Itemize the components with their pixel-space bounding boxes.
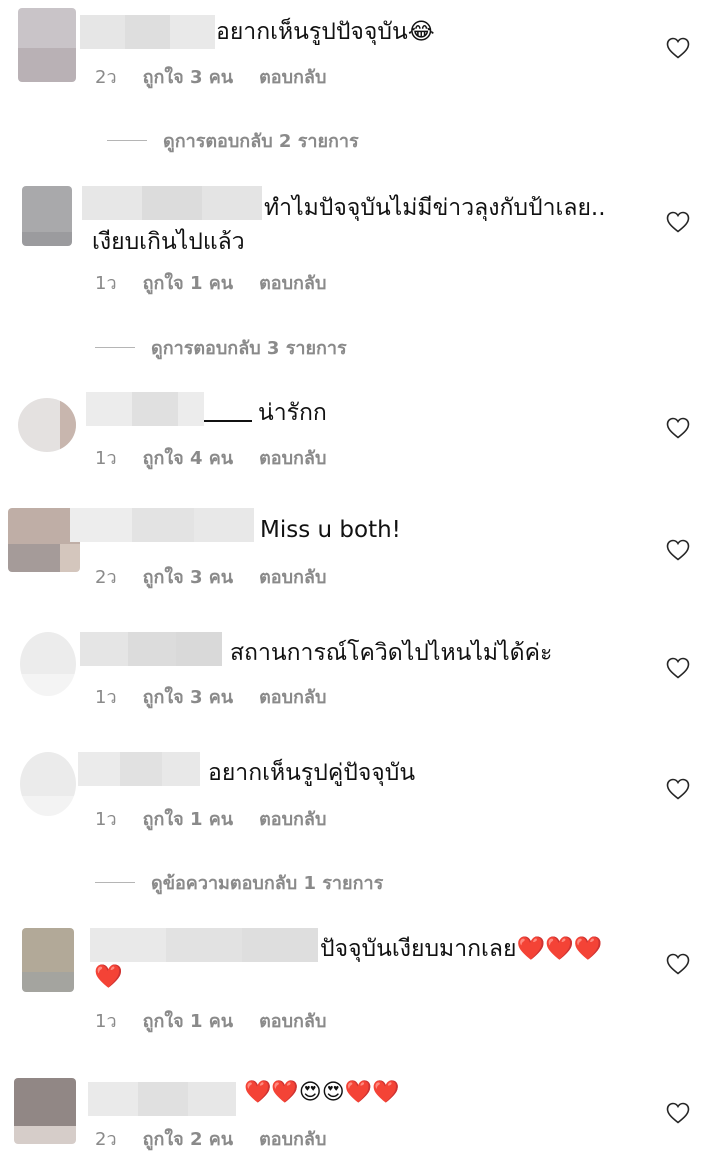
- username-blurred[interactable]: [70, 508, 254, 542]
- comment-text: อยากเห็นรูปคู่ปัจจุบัน: [208, 760, 416, 786]
- avatar[interactable]: [22, 186, 72, 246]
- heart-outline-icon[interactable]: [666, 778, 690, 800]
- comment-time: 2ว: [95, 67, 117, 88]
- heart-outline-icon[interactable]: [666, 953, 690, 975]
- likes-count[interactable]: ถูกใจ 2 คน: [143, 1124, 234, 1153]
- comment-time: 1ว: [95, 273, 117, 294]
- username-blurred[interactable]: [86, 392, 204, 426]
- username-blurred[interactable]: [82, 186, 262, 220]
- likes-count[interactable]: ถูกใจ 3 คน: [143, 682, 234, 711]
- comment-time: 1ว: [95, 687, 117, 708]
- view-replies-label: ดูการตอบกลับ 3 รายการ: [151, 338, 347, 359]
- reply-button[interactable]: ตอบกลับ: [259, 62, 326, 91]
- comment-text-label: น่ารักก: [258, 400, 327, 426]
- comment-text-line2: ❤️: [94, 964, 123, 990]
- likes-count[interactable]: ถูกใจ 3 คน: [143, 562, 234, 591]
- comment-meta: 2ว ถูกใจ 3 คน ตอบกลับ: [95, 562, 326, 591]
- comment-time: 2ว: [95, 1129, 117, 1150]
- comment-text: อยากเห็นรูปปัจจุบัน😂: [216, 19, 435, 45]
- username-blurred[interactable]: [78, 752, 200, 786]
- heart-outline-icon[interactable]: [666, 539, 690, 561]
- heart-outline-icon[interactable]: [666, 417, 690, 439]
- comment-meta: 2ว ถูกใจ 3 คน ตอบกลับ: [95, 62, 326, 91]
- avatar[interactable]: [20, 752, 76, 816]
- view-replies-button[interactable]: ดูข้อความตอบกลับ 1 รายการ: [95, 868, 383, 897]
- comment-text: ❤️❤️😍😍❤️❤️: [244, 1080, 400, 1105]
- comment-text-line2: เงียบเกินไปแล้ว: [92, 229, 245, 255]
- comment-text: ปัจจุบันเงียบมากเลย❤️❤️❤️: [320, 936, 603, 962]
- heart-outline-icon[interactable]: [666, 1102, 690, 1124]
- reply-button[interactable]: ตอบกลับ: [259, 562, 326, 591]
- view-replies-label: ดูการตอบกลับ 2 รายการ: [163, 131, 359, 152]
- avatar[interactable]: [18, 398, 76, 452]
- text-underline: [204, 396, 252, 422]
- divider-line: [95, 882, 135, 883]
- comment-meta: 2ว ถูกใจ 2 คน ตอบกลับ: [95, 1124, 326, 1153]
- view-replies-button[interactable]: ดูการตอบกลับ 3 รายการ: [95, 333, 347, 362]
- comment-meta: 1ว ถูกใจ 4 คน ตอบกลับ: [95, 443, 326, 472]
- heart-outline-icon[interactable]: [666, 211, 690, 233]
- reply-button[interactable]: ตอบกลับ: [259, 268, 326, 297]
- username-blurred[interactable]: [80, 15, 215, 49]
- reply-button[interactable]: ตอบกลับ: [259, 804, 326, 833]
- comment-time: 2ว: [95, 567, 117, 588]
- reply-button[interactable]: ตอบกลับ: [259, 1006, 326, 1035]
- comment-text: ทำไมปัจจุบันไม่มีข่าวลุงกับป้าเลย..: [264, 195, 606, 221]
- comment-meta: 1ว ถูกใจ 3 คน ตอบกลับ: [95, 682, 326, 711]
- likes-count[interactable]: ถูกใจ 3 คน: [143, 62, 234, 91]
- likes-count[interactable]: ถูกใจ 1 คน: [143, 268, 234, 297]
- comment-meta: 1ว ถูกใจ 1 คน ตอบกลับ: [95, 268, 326, 297]
- avatar[interactable]: [20, 632, 76, 696]
- likes-count[interactable]: ถูกใจ 4 คน: [143, 443, 234, 472]
- heart-outline-icon[interactable]: [666, 37, 690, 59]
- view-replies-label: ดูข้อความตอบกลับ 1 รายการ: [151, 873, 384, 894]
- comment-time: 1ว: [95, 448, 117, 469]
- comment-meta: 1ว ถูกใจ 1 คน ตอบกลับ: [95, 804, 326, 833]
- reply-button[interactable]: ตอบกลับ: [259, 443, 326, 472]
- heart-outline-icon[interactable]: [666, 657, 690, 679]
- avatar[interactable]: [22, 928, 74, 992]
- avatar[interactable]: [14, 1078, 76, 1144]
- comment-text: น่ารักก: [204, 396, 327, 430]
- username-blurred[interactable]: [80, 632, 222, 666]
- reply-button[interactable]: ตอบกลับ: [259, 682, 326, 711]
- comment-text: สถานการณ์โควิดไปไหนไม่ได้ค่ะ: [230, 640, 553, 666]
- comment-time: 1ว: [95, 1011, 117, 1032]
- divider-line: [107, 140, 147, 141]
- username-blurred[interactable]: [90, 928, 318, 962]
- comment-time: 1ว: [95, 809, 117, 830]
- view-replies-button[interactable]: ดูการตอบกลับ 2 รายการ: [95, 126, 359, 155]
- username-blurred[interactable]: [88, 1082, 236, 1116]
- likes-count[interactable]: ถูกใจ 1 คน: [143, 1006, 234, 1035]
- likes-count[interactable]: ถูกใจ 1 คน: [143, 804, 234, 833]
- comment-meta: 1ว ถูกใจ 1 คน ตอบกลับ: [95, 1006, 326, 1035]
- reply-button[interactable]: ตอบกลับ: [259, 1124, 326, 1153]
- comment-text: Miss u both!: [260, 517, 401, 543]
- avatar[interactable]: [18, 8, 76, 82]
- divider-line: [95, 347, 135, 348]
